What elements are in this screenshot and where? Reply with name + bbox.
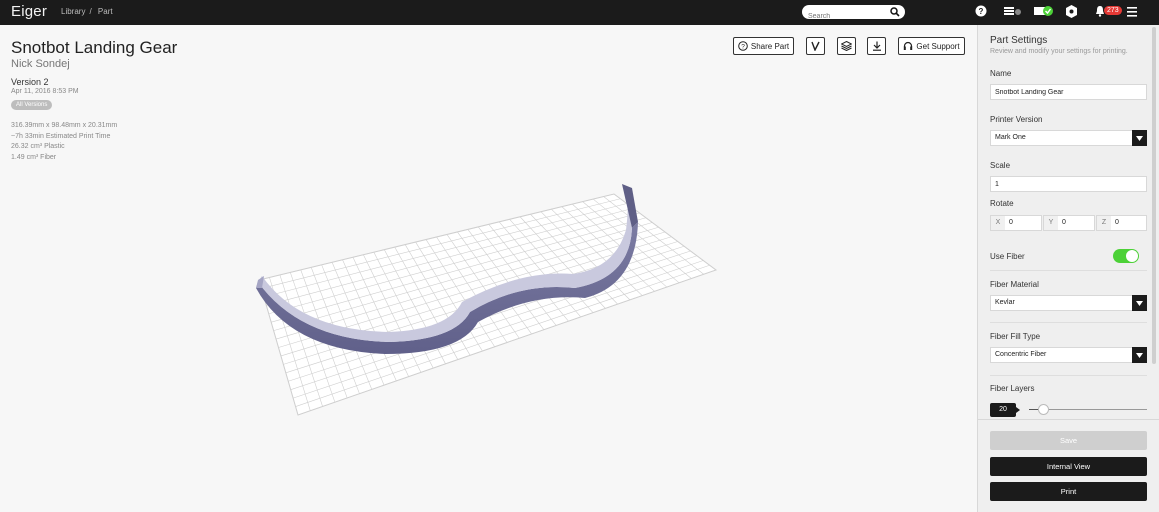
printer-version-value: Mark One — [995, 134, 1026, 141]
materials-icon[interactable] — [1066, 5, 1077, 18]
part-stats: 316.39mm x 98.48mm x 20.31mm ~7h 33min E… — [11, 121, 117, 163]
use-fiber-label: Use Fiber — [990, 252, 1025, 261]
name-input[interactable] — [990, 84, 1147, 100]
printer-version-select[interactable]: Mark One — [990, 130, 1147, 146]
use-fiber-toggle[interactable] — [1113, 249, 1139, 263]
fiber-material-value: Kevlar — [995, 299, 1015, 306]
download-button[interactable] — [867, 37, 886, 55]
layers-icon — [841, 41, 852, 51]
printer-status-icon[interactable] — [1034, 5, 1054, 17]
chevron-down-icon[interactable] — [1132, 295, 1147, 311]
notification-badge: 273 — [1104, 6, 1122, 15]
part-version: Version 2 — [11, 77, 49, 87]
layers-button[interactable] — [837, 37, 856, 55]
panel-footer-divider — [978, 419, 1159, 420]
save-button[interactable]: Save — [990, 431, 1147, 450]
rotate-z-axis: Z — [1097, 216, 1111, 230]
panel-scrollbar[interactable] — [1152, 27, 1156, 364]
print-time: ~7h 33min Estimated Print Time — [11, 132, 111, 140]
help-icon[interactable]: ? — [975, 5, 987, 17]
top-bar: Eiger Library / Part ? 273 — [0, 0, 1159, 25]
rotate-y-field[interactable]: Y 0 — [1043, 215, 1095, 231]
slider-value-pointer — [1016, 407, 1020, 413]
plastic-volume: 26.32 cm³ Plastic — [11, 143, 65, 150]
chevron-down-icon[interactable] — [1132, 347, 1147, 363]
fiber-fill-type-select[interactable]: Concentric Fiber — [990, 347, 1147, 363]
brand-logo[interactable]: Eiger — [11, 3, 47, 20]
breadcrumb-library[interactable]: Library — [61, 7, 85, 16]
breadcrumb-separator: / — [89, 7, 92, 16]
name-label: Name — [990, 69, 1012, 78]
fiber-volume: 1.49 cm³ Fiber — [11, 153, 57, 161]
download-icon — [872, 41, 881, 51]
fiber-layers-slider-handle[interactable] — [1038, 404, 1050, 415]
headset-icon — [904, 41, 913, 50]
rotate-x-field[interactable]: X 0 — [990, 215, 1042, 231]
svg-text:?: ? — [741, 44, 745, 51]
divider — [990, 322, 1147, 323]
rotate-y-value: 0 — [1062, 219, 1066, 226]
fiber-layers-label: Fiber Layers — [990, 384, 1035, 393]
menu-icon[interactable] — [1127, 7, 1137, 17]
version-button[interactable] — [806, 37, 825, 55]
3d-viewer[interactable] — [0, 170, 970, 470]
breadcrumb: Library / Part — [61, 7, 117, 16]
part-dimensions: 316.39mm x 98.48mm x 20.31mm — [11, 122, 118, 129]
divider — [990, 270, 1147, 271]
part-settings-panel: Part Settings Review and modify your set… — [977, 25, 1159, 512]
get-support-button[interactable]: Get Support — [898, 37, 965, 55]
rotate-z-field[interactable]: Z 0 — [1096, 215, 1147, 231]
scale-input[interactable] — [990, 176, 1147, 192]
printer-version-label: Printer Version — [990, 115, 1043, 124]
rotate-label: Rotate — [990, 199, 1014, 208]
panel-title: Part Settings — [990, 35, 1048, 46]
fiber-fill-type-label: Fiber Fill Type — [990, 332, 1041, 341]
fiber-layers-value: 20 — [990, 403, 1016, 417]
question-icon: ? — [738, 41, 748, 51]
all-versions-button[interactable]: All Versions — [11, 100, 53, 110]
rotate-x-value: 0 — [1009, 219, 1013, 226]
fiber-material-select[interactable]: Kevlar — [990, 295, 1147, 311]
version-date: Apr 11, 2016 8:53 PM — [11, 88, 79, 95]
svg-text:?: ? — [979, 7, 984, 16]
search-icon[interactable] — [890, 7, 900, 17]
share-part-label: Share Part — [750, 41, 790, 51]
printer-queue-icon[interactable] — [1004, 5, 1022, 17]
divider — [990, 375, 1147, 376]
fiber-material-label: Fiber Material — [990, 280, 1039, 289]
internal-view-button[interactable]: Internal View — [990, 457, 1147, 476]
scale-label: Scale — [990, 161, 1011, 170]
part-title: Snotbot Landing Gear — [11, 38, 178, 57]
rotate-x-axis: X — [991, 216, 1005, 230]
toggle-knob — [1126, 250, 1138, 262]
version-icon — [811, 41, 820, 51]
part-author: Nick Sondej — [11, 58, 70, 70]
rotate-z-value: 0 — [1115, 219, 1119, 226]
rotate-y-axis: Y — [1044, 216, 1058, 230]
chevron-down-icon[interactable] — [1132, 130, 1147, 146]
get-support-label: Get Support — [916, 41, 960, 51]
panel-subtitle: Review and modify your settings for prin… — [990, 48, 1128, 55]
fiber-fill-type-value: Concentric Fiber — [995, 351, 1047, 358]
breadcrumb-part[interactable]: Part — [98, 7, 113, 16]
share-part-button[interactable]: ? Share Part — [733, 37, 794, 55]
search-box — [802, 5, 905, 24]
search-input[interactable] — [802, 9, 886, 24]
print-button[interactable]: Print — [990, 482, 1147, 501]
